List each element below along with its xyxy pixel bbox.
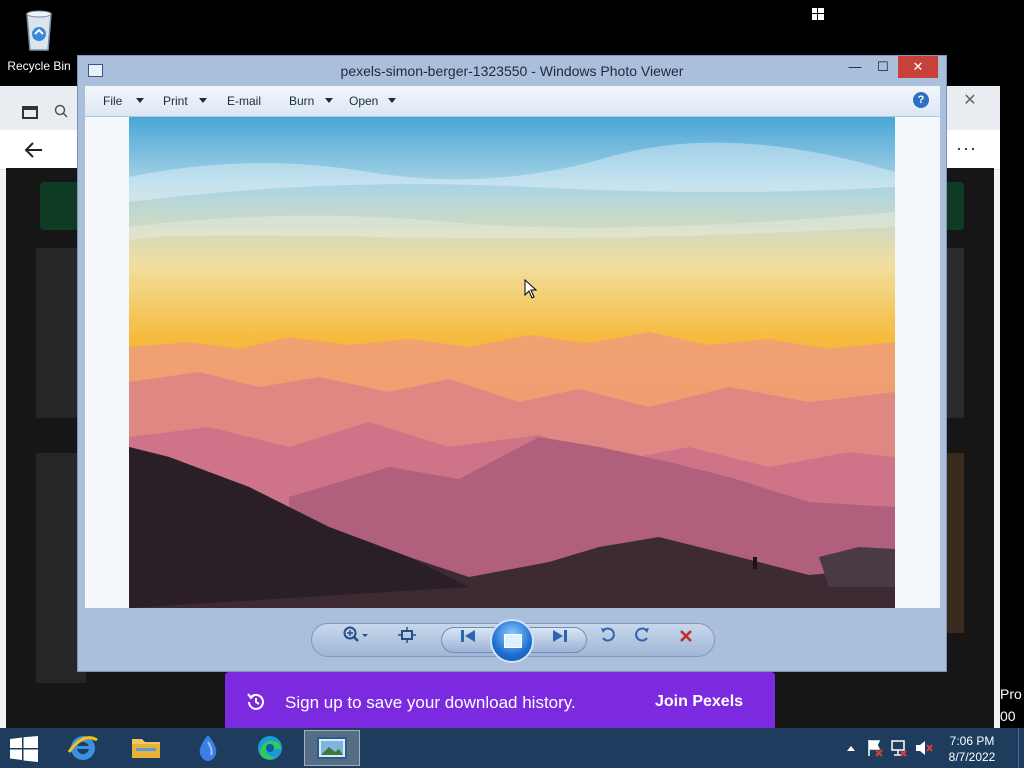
- close-button[interactable]: ✕: [898, 56, 938, 78]
- help-icon[interactable]: ?: [913, 92, 929, 108]
- rotate-clockwise-icon[interactable]: [630, 624, 654, 656]
- internet-explorer-taskbar-button[interactable]: [55, 730, 111, 766]
- file-explorer-taskbar-button[interactable]: [118, 730, 174, 766]
- slideshow-icon[interactable]: [490, 619, 534, 663]
- menu-email[interactable]: E-mail: [227, 94, 261, 108]
- minimize-button[interactable]: —: [842, 56, 868, 78]
- more-options-button[interactable]: ···: [956, 138, 977, 159]
- landscape-photo: [129, 117, 895, 608]
- slideshow-frame: [504, 634, 522, 648]
- tray-expand-icon[interactable]: [846, 728, 856, 768]
- clock-time: 7:06 PM: [949, 734, 995, 748]
- taskbar: 7:06 PM 8/7/2022: [0, 728, 1024, 768]
- recycle-bin-icon: [26, 10, 52, 51]
- clock-date: 8/7/2022: [948, 750, 996, 764]
- desktop: Recycle Bin ✕ ··· pexels-simon-berger-13…: [0, 0, 1024, 768]
- taskbar-clock[interactable]: 7:06 PM 8/7/2022: [940, 733, 1004, 765]
- windows-logo-fragment-icon: [812, 8, 824, 20]
- next-icon[interactable]: [546, 624, 574, 656]
- menu-file[interactable]: File: [103, 94, 122, 108]
- internet-explorer-icon: [67, 736, 98, 760]
- search-icon[interactable]: [54, 104, 68, 118]
- edge-taskbar-button[interactable]: [242, 730, 298, 766]
- window-title: pexels-simon-berger-1323550 - Windows Ph…: [340, 63, 684, 79]
- viewer-titlebar[interactable]: pexels-simon-berger-1323550 - Windows Ph…: [78, 56, 946, 86]
- edge-text-00: 00: [1000, 708, 1016, 724]
- action-center-flag-icon[interactable]: [866, 728, 884, 768]
- folder-icon: [132, 739, 160, 758]
- history-icon: [247, 693, 264, 710]
- recycle-bin-label: Recycle Bin: [7, 59, 71, 73]
- content-badge: [40, 182, 80, 230]
- delete-icon[interactable]: [674, 624, 698, 656]
- volume-muted-icon[interactable]: [914, 728, 934, 768]
- tab-actions-icon[interactable]: [22, 106, 38, 119]
- signup-banner: Sign up to save your download history. J…: [225, 672, 775, 731]
- previous-icon[interactable]: [454, 624, 482, 656]
- photo-viewer-taskbar-button[interactable]: [304, 730, 360, 766]
- maximize-button[interactable]: ☐: [870, 56, 896, 78]
- chevron-down-icon[interactable]: [199, 98, 207, 103]
- image-canvas[interactable]: [85, 117, 940, 608]
- network-icon[interactable]: [890, 728, 908, 768]
- windows-start-icon[interactable]: [10, 736, 38, 762]
- back-arrow-icon[interactable]: [24, 140, 44, 166]
- blue-drop-app-icon: [199, 735, 217, 761]
- chevron-down-icon[interactable]: [388, 98, 396, 103]
- mouse-cursor-icon: [524, 279, 538, 299]
- edge-browser-icon: [258, 736, 282, 760]
- actual-size-icon[interactable]: [394, 624, 420, 656]
- chevron-down-icon[interactable]: [136, 98, 144, 103]
- browser-close-button[interactable]: ✕: [946, 90, 994, 112]
- menu-print[interactable]: Print: [163, 94, 188, 108]
- photo-viewer-icon: [317, 737, 347, 759]
- menu-open[interactable]: Open: [349, 94, 378, 108]
- viewer-controls: [311, 619, 715, 663]
- rotate-counterclockwise-icon[interactable]: [596, 624, 620, 656]
- photo-viewer-window: pexels-simon-berger-1323550 - Windows Ph…: [77, 55, 947, 672]
- banner-message: Sign up to save your download history.: [285, 693, 576, 712]
- zoom-icon[interactable]: [338, 624, 374, 656]
- viewer-menubar: File Print E-mail Burn Open ?: [85, 86, 940, 117]
- join-pexels-button[interactable]: Join Pexels: [655, 693, 743, 711]
- chevron-down-icon[interactable]: [325, 98, 333, 103]
- menu-burn[interactable]: Burn: [289, 94, 314, 108]
- edge-text-pro: Pro: [1000, 686, 1022, 702]
- app-taskbar-button[interactable]: [180, 730, 236, 766]
- recycle-bin[interactable]: Recycle Bin: [4, 6, 74, 73]
- show-desktop-button[interactable]: [1018, 728, 1024, 768]
